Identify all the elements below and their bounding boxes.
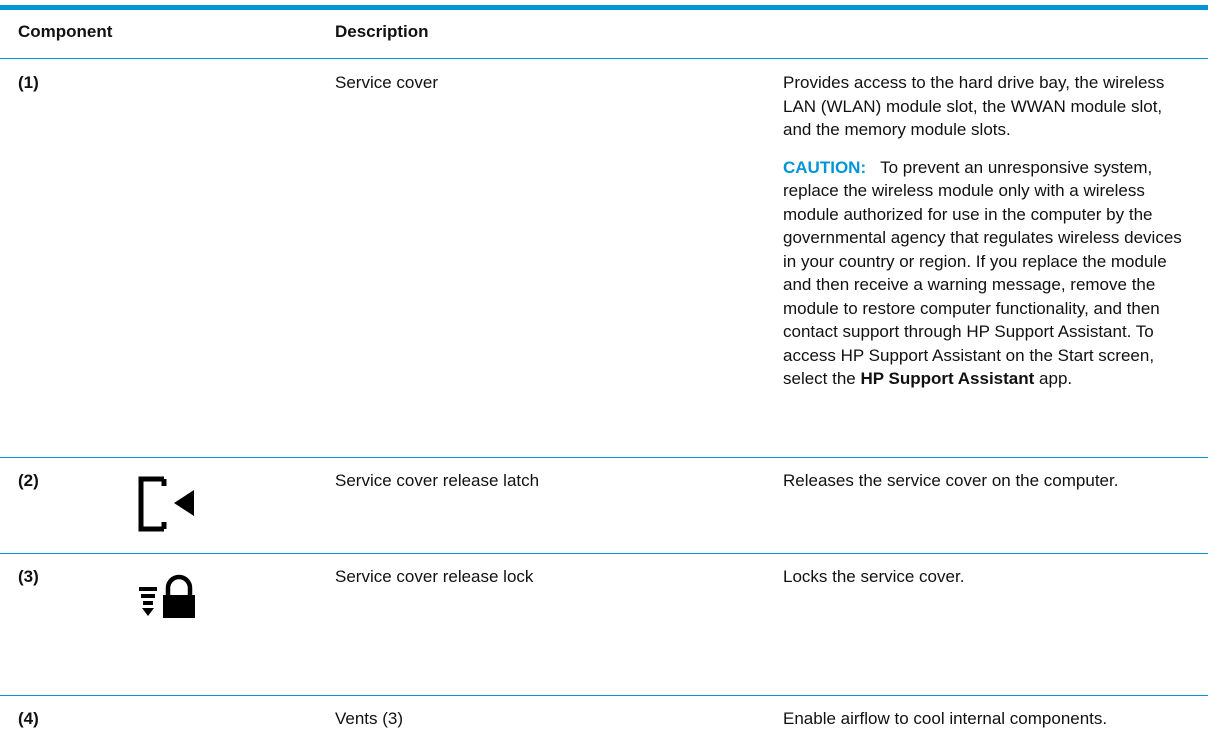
row-number: (3) [18, 567, 39, 586]
row-description-text: Releases the service cover on the comput… [783, 471, 1119, 490]
row-description-text: Locks the service cover. [783, 567, 965, 586]
row-description: Provides access to the hard drive bay, t… [783, 71, 1183, 391]
table-top-rule [0, 5, 1208, 10]
caution-label: CAUTION: [783, 157, 867, 177]
row-description: Releases the service cover on the comput… [783, 469, 1183, 493]
service-cover-lock-icon [139, 574, 195, 618]
row-description: Enable airflow to cool internal componen… [783, 707, 1183, 731]
header-rule [0, 58, 1208, 59]
row-description-text: Provides access to the hard drive bay, t… [783, 73, 1165, 139]
row-description: Locks the service cover. [783, 565, 1183, 589]
caution-note: CAUTION: To prevent an unresponsive syste… [783, 156, 1183, 391]
row-rule [0, 457, 1208, 458]
header-component: Component [18, 22, 113, 41]
row-number: (1) [18, 73, 39, 92]
caution-app-name: HP Support Assistant [860, 369, 1035, 388]
row-component-name: Vents (3) [335, 709, 404, 728]
row-component-name: Service cover release lock [335, 567, 534, 586]
row-rule [0, 553, 1208, 554]
row-description-text: Enable airflow to cool internal componen… [783, 709, 1108, 728]
row-rule [0, 695, 1208, 696]
service-cover-release-latch-icon [138, 476, 194, 532]
row-number: (4) [18, 709, 39, 728]
caution-text: To prevent an unresponsive system, repla… [783, 157, 1182, 389]
row-number: (2) [18, 471, 39, 490]
row-component-name: Service cover release latch [335, 471, 540, 490]
caution-text-end: app. [1034, 369, 1073, 388]
row-component-name: Service cover [335, 73, 438, 92]
header-description: Description [335, 22, 429, 41]
